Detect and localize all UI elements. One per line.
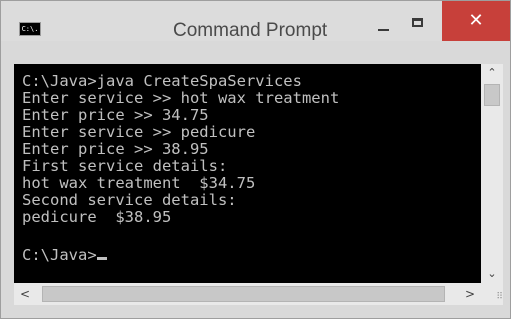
vertical-scroll-thumb[interactable] <box>484 84 500 106</box>
prompt-text: C:\Java> <box>22 246 97 264</box>
console-line: Second service details: <box>22 191 237 209</box>
maximize-icon <box>412 18 423 27</box>
console-line: Enter price >> 34.75 <box>22 106 209 124</box>
scroll-left-icon[interactable]: < <box>14 283 36 305</box>
console-line: Enter service >> hot wax treatment <box>22 89 340 107</box>
maximize-button[interactable] <box>406 1 430 41</box>
text-cursor <box>96 257 107 260</box>
scroll-right-icon[interactable]: > <box>459 283 481 305</box>
vertical-scrollbar[interactable]: ⌃ ⌄ <box>481 64 503 283</box>
window-title: Command Prompt <box>173 20 328 41</box>
console-line: Enter service >> pedicure <box>22 123 256 141</box>
close-button[interactable]: ✕ <box>442 1 510 41</box>
minimize-icon <box>378 29 389 31</box>
scroll-down-icon[interactable]: ⌄ <box>481 265 503 283</box>
console-app-icon[interactable]: C:\. <box>19 22 41 36</box>
scroll-up-icon[interactable]: ⌃ <box>481 64 503 82</box>
horizontal-scroll-thumb[interactable] <box>42 286 445 302</box>
command-prompt-window: C:\. Command Prompt ✕ C:\Java>java Creat… <box>0 0 511 319</box>
title-bar[interactable]: C:\. Command Prompt ✕ <box>1 1 510 41</box>
console-line: Enter price >> 38.95 <box>22 140 209 158</box>
console-line: hot wax treatment $34.75 <box>22 174 256 192</box>
console-line: pedicure $38.95 <box>22 208 172 226</box>
minimize-button[interactable] <box>372 1 394 41</box>
console-line: C:\Java>java CreateSpaServices <box>22 72 302 90</box>
close-icon: ✕ <box>468 10 484 31</box>
console-line: First service details: <box>22 157 228 175</box>
horizontal-scrollbar[interactable]: < > <box>14 283 481 305</box>
console-output[interactable]: C:\Java>java CreateSpaServices Enter ser… <box>14 64 481 283</box>
prompt-line: C:\Java> <box>22 247 107 264</box>
resize-grip-icon[interactable]: ⠿ <box>481 283 503 305</box>
